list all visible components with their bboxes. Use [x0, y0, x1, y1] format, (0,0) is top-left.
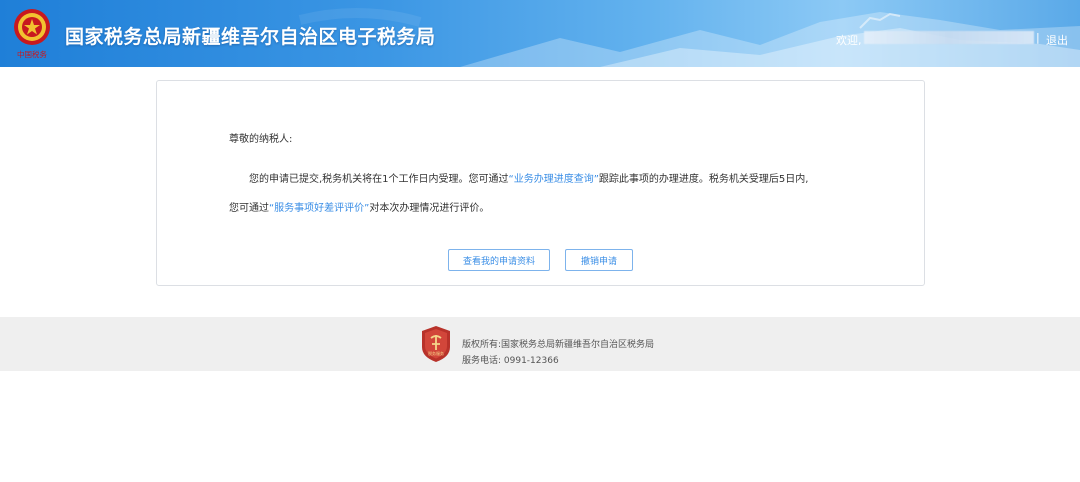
notice-card: 尊敬的纳税人: 您的申请已提交,税务机关将在1个工作日内受理。您可通过“业务办理…: [156, 80, 925, 286]
national-tax-emblem-icon: [14, 9, 50, 45]
welcome-text: 欢迎,: [836, 34, 862, 47]
masked-username: [864, 31, 1034, 44]
logout-link[interactable]: 退出: [1046, 32, 1068, 48]
para2-text-after: 对本次办理情况进行评价。: [369, 203, 490, 214]
view-application-button[interactable]: 查看我的申请资料: [448, 249, 550, 271]
emblem-caption-logo: 中国税务: [17, 49, 47, 59]
notice-paragraph-2: 您可通过“服务事项好差评评价”对本次办理情况进行评价。: [229, 199, 489, 214]
page-footer: 税务服务 版权所有:国家税务总局新疆维吾尔自治区税务局 服务电话: 0991-1…: [0, 317, 1080, 371]
greeting-text: 尊敬的纳税人:: [229, 134, 293, 145]
copyright-text: 版权所有:国家税务总局新疆维吾尔自治区税务局: [462, 340, 655, 350]
site-title: 国家税务总局新疆维吾尔自治区电子税务局: [65, 26, 436, 48]
svg-text:税务服务: 税务服务: [428, 350, 444, 356]
header-separator: |: [1036, 31, 1040, 44]
para1-text-after: 跟踪此事项的办理进度。税务机关受理后5日内,: [598, 174, 809, 185]
top-banner: 中国税务 国家税务总局新疆维吾尔自治区电子税务局 欢迎, | 退出: [0, 0, 1080, 67]
para2-text-before: 您可通过: [229, 203, 269, 214]
progress-query-link[interactable]: “业务办理进度查询”: [509, 174, 599, 185]
tax-service-shield-icon: 税务服务: [422, 326, 450, 362]
service-rating-link[interactable]: “服务事项好差评评价”: [269, 203, 369, 214]
para1-text-before: 您的申请已提交,税务机关将在1个工作日内受理。您可通过: [249, 174, 509, 185]
svg-text:中国税务: 中国税务: [17, 49, 47, 59]
service-phone-text: 服务电话: 0991-12366: [462, 356, 559, 366]
cancel-application-button[interactable]: 撤销申请: [565, 249, 633, 271]
notice-paragraph-1: 您的申请已提交,税务机关将在1个工作日内受理。您可通过“业务办理进度查询”跟踪此…: [249, 170, 808, 185]
